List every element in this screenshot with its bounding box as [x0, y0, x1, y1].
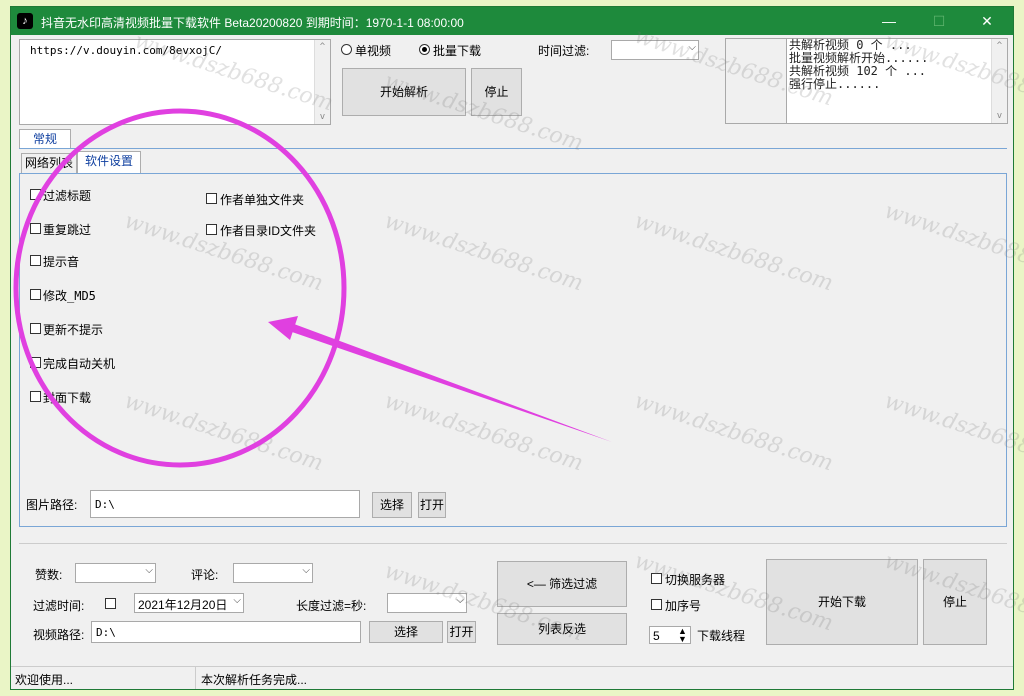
time-filter-label: 时间过滤:	[538, 44, 590, 58]
log-scrollbar[interactable]: ^ v	[991, 39, 1007, 123]
title-bar: ♪ 抖音无水印高清视频批量下载软件 Beta20200820 到期时间：1970…	[11, 7, 1013, 35]
chevron-down-icon: ⌵	[688, 42, 696, 53]
checkbox[interactable]	[30, 323, 41, 334]
image-path-open-button[interactable]: 打开	[418, 492, 446, 518]
skip-duplicate-label: 重复跳过	[43, 223, 92, 237]
checkbox[interactable]	[30, 357, 41, 368]
checkbox[interactable]	[30, 223, 41, 234]
maximize-button[interactable]: ☐	[925, 11, 953, 31]
filter-time-label: 过滤时间:	[33, 599, 85, 613]
image-path-input[interactable]: D:\	[90, 490, 360, 518]
log-textarea[interactable]: 共解析视频 0 个 ... 批量视频解析开始...... 共解析视频 102 个…	[786, 38, 1008, 124]
image-path-label: 图片路径:	[26, 498, 78, 512]
stop-download-button[interactable]: 停止	[923, 559, 987, 645]
url-scrollbar[interactable]: ^ v	[314, 40, 330, 124]
image-path-choose-button[interactable]: 选择	[372, 492, 412, 518]
start-parse-button[interactable]: 开始解析	[342, 68, 466, 116]
single-video-label: 单视频	[355, 44, 392, 58]
window-title: 抖音无水印高清视频批量下载软件 Beta20200820 到期时间：1970-1…	[41, 16, 464, 30]
threads-label: 下载线程	[697, 629, 746, 643]
length-filter-label: 长度过滤=秒:	[296, 599, 367, 613]
filter-title-label: 过滤标题	[43, 189, 92, 203]
filter-button[interactable]: <— 筛选过滤	[497, 561, 627, 607]
threads-value: 5	[653, 629, 660, 643]
log-lines: 共解析视频 0 个 ... 批量视频解析开始...... 共解析视频 102 个…	[789, 39, 928, 91]
likes-select[interactable]: ⌵	[75, 563, 156, 583]
chevron-down-icon: ⌵	[233, 595, 241, 606]
switch-server-label: 切换服务器	[665, 573, 726, 587]
checkbox[interactable]	[30, 289, 41, 300]
sound-label: 提示音	[43, 255, 80, 269]
status-left-text: 欢迎使用...	[15, 673, 74, 687]
tab-general[interactable]: 常规	[19, 129, 71, 149]
comments-label: 评论:	[191, 568, 219, 582]
status-divider	[195, 667, 196, 689]
no-update-label: 更新不提示	[43, 323, 104, 337]
batch-download-label: 批量下载	[433, 44, 482, 58]
filter-time-checkbox[interactable]	[105, 598, 116, 609]
log-side-panel	[725, 38, 787, 124]
close-button[interactable]: ✕	[973, 11, 1001, 31]
app-window: ♪ 抖音无水印高清视频批量下载软件 Beta20200820 到期时间：1970…	[10, 6, 1014, 690]
author-id-folder-label: 作者目录ID文件夹	[220, 224, 317, 238]
tab-software-settings[interactable]: 软件设置	[77, 151, 141, 173]
chevron-down-icon: ⌵	[145, 565, 153, 576]
filter-date-value: 2021年12月20日	[138, 598, 228, 612]
video-path-choose-button[interactable]: 选择	[369, 621, 443, 643]
threads-stepper[interactable]: 5 ▲ ▼	[649, 626, 691, 644]
chevron-down-icon: ⌵	[456, 595, 464, 606]
author-folder-label: 作者单独文件夹	[220, 193, 305, 207]
single-video-radio[interactable]	[341, 44, 352, 55]
switch-server-checkbox[interactable]	[651, 573, 662, 584]
settings-panel: 过滤标题 重复跳过 提示音 修改_MD5 更新不提示 完成自动关机 封面下载 作…	[19, 173, 1007, 527]
video-path-input[interactable]: D:\	[91, 621, 361, 643]
chevron-down-icon: ⌵	[302, 565, 310, 576]
checkbox[interactable]	[206, 193, 217, 204]
add-sequence-label: 加序号	[665, 599, 702, 613]
checkbox[interactable]	[30, 189, 41, 200]
checkbox[interactable]	[30, 255, 41, 266]
checkbox[interactable]	[206, 224, 217, 235]
tiktok-icon: ♪	[17, 13, 33, 29]
tab-network-list[interactable]: 网络列表	[21, 153, 77, 173]
video-path-value: D:\	[96, 626, 116, 639]
filter-date-picker[interactable]: 2021年12月20日 ⌵	[134, 593, 244, 613]
url-textarea[interactable]: https://v.douyin.com/8evxojC/ ^ v	[19, 39, 331, 125]
modify-md5-label: 修改_MD5	[43, 289, 96, 303]
invert-selection-button[interactable]: 列表反选	[497, 613, 627, 645]
add-sequence-checkbox[interactable]	[651, 599, 662, 610]
likes-label: 赞数:	[35, 568, 63, 582]
batch-download-radio[interactable]	[419, 44, 430, 55]
stop-parse-button[interactable]: 停止	[471, 68, 522, 116]
time-filter-select[interactable]: ⌵	[611, 40, 699, 60]
video-path-open-button[interactable]: 打开	[447, 621, 476, 643]
length-filter-select[interactable]: ⌵	[387, 593, 467, 613]
comments-select[interactable]: ⌵	[233, 563, 313, 583]
start-download-button[interactable]: 开始下载	[766, 559, 918, 645]
video-path-label: 视频路径:	[33, 628, 85, 642]
checkbox[interactable]	[30, 391, 41, 402]
minimize-button[interactable]: —	[875, 11, 903, 31]
tab-divider	[19, 148, 1007, 149]
cover-download-label: 封面下载	[43, 391, 92, 405]
image-path-value: D:\	[95, 498, 115, 511]
auto-shutdown-label: 完成自动关机	[43, 357, 116, 371]
url-text: https://v.douyin.com/8evxojC/	[30, 44, 223, 57]
status-bar: 欢迎使用... 本次解析任务完成...	[11, 666, 1013, 689]
log-line: 强行停止......	[789, 77, 881, 91]
status-right-text: 本次解析任务完成...	[201, 673, 308, 687]
stepper-arrows-icon[interactable]: ▲ ▼	[678, 627, 687, 644]
